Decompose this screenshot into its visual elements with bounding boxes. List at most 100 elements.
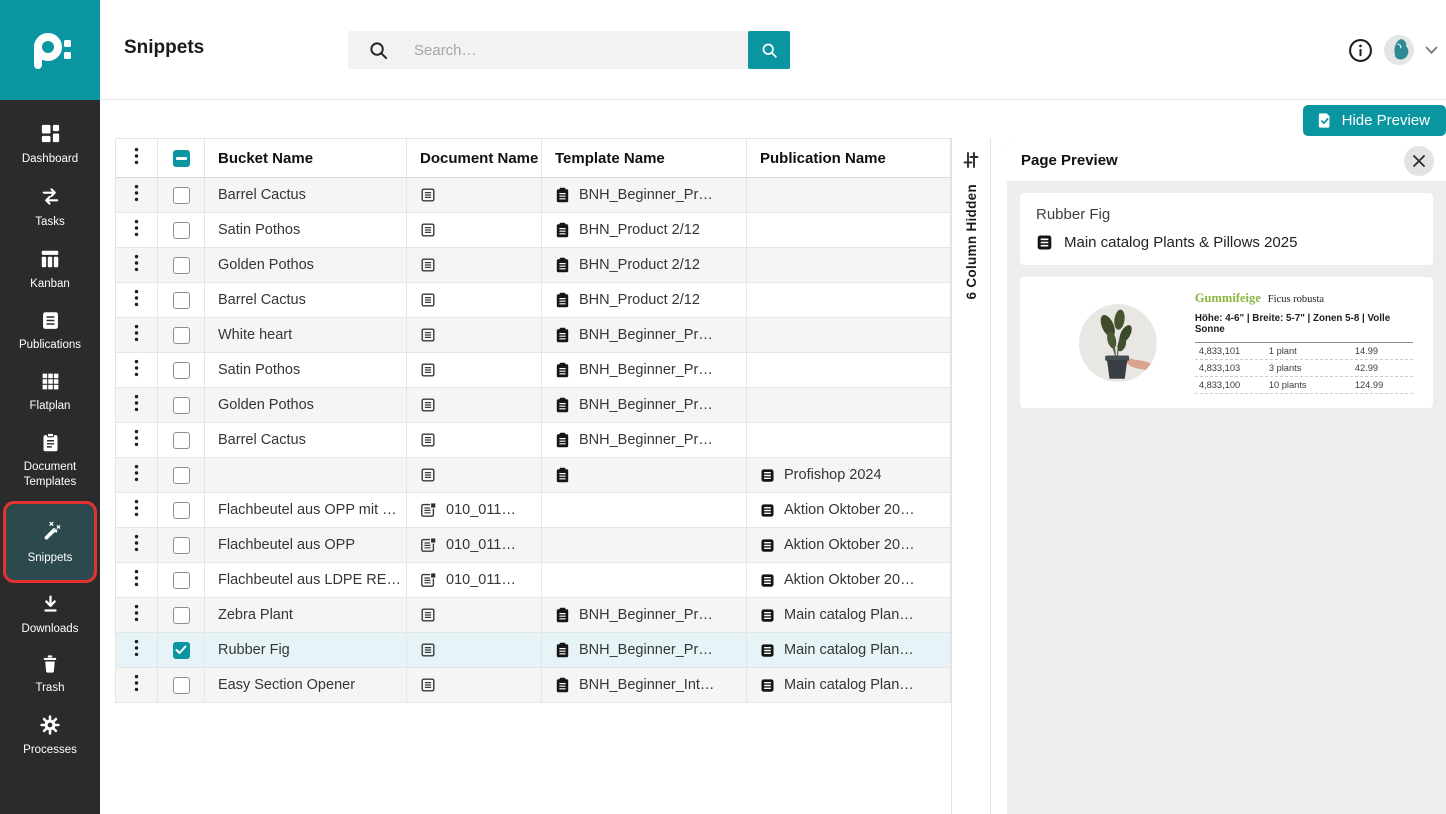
sidebar-item-flatplan[interactable]: Flatplan [0, 362, 100, 423]
publication-icon [760, 643, 775, 658]
table-row[interactable]: Barrel CactusBHN_Product 2/12 [116, 283, 950, 318]
template-icon [555, 362, 570, 378]
table-row[interactable]: Easy Section OpenerBNH_Beginner_Int…Main… [116, 668, 950, 703]
sidebar-item-kanban[interactable]: Kanban [0, 239, 100, 301]
app-logo[interactable] [0, 0, 100, 100]
template-name-cell [542, 458, 747, 493]
row-kebab-menu[interactable] [116, 563, 158, 598]
row-checkbox[interactable] [173, 327, 190, 344]
close-preview-button[interactable] [1404, 146, 1434, 176]
table-row[interactable]: Flachbeutel aus OPP mit …010_011…Aktion … [116, 493, 950, 528]
sidebar-item-snippets[interactable]: Snippets [3, 501, 97, 583]
row-checkbox[interactable] [173, 467, 190, 484]
search-submit-button[interactable] [748, 31, 790, 69]
row-checkbox[interactable] [173, 432, 190, 449]
publication-name-cell [747, 178, 950, 213]
search-input[interactable] [414, 42, 748, 59]
row-checkbox[interactable] [173, 257, 190, 274]
hidden-columns-strip: 6 Column Hidden [951, 138, 991, 814]
row-kebab-menu[interactable] [116, 668, 158, 703]
row-kebab-menu[interactable] [116, 528, 158, 563]
hide-preview-button[interactable]: Hide Preview [1303, 105, 1446, 136]
row-kebab-menu[interactable] [116, 353, 158, 388]
template-icon [555, 187, 570, 203]
header-kebab-menu[interactable] [116, 139, 158, 178]
sidebar-item-publications[interactable]: Publications [0, 301, 100, 362]
row-kebab-menu[interactable] [116, 458, 158, 493]
table-row[interactable]: White heartBNH_Beginner_Pr… [116, 318, 950, 353]
sidebar-item-tasks[interactable]: Tasks [0, 176, 100, 239]
row-kebab-menu[interactable] [116, 633, 158, 668]
kebab-icon [134, 534, 139, 556]
template-name-cell: BNH_Beginner_Pr… [542, 598, 747, 633]
table-row[interactable]: Rubber FigBNH_Beginner_Pr…Main catalog P… [116, 633, 950, 668]
template-name-cell: BNH_Beginner_Int… [542, 668, 747, 703]
template-name: BHN_Product 2/12 [579, 257, 700, 273]
header-actions [1348, 0, 1438, 100]
select-all-checkbox[interactable] [173, 150, 190, 167]
table-row[interactable]: Profishop 2024 [116, 458, 950, 493]
row-checkbox[interactable] [173, 292, 190, 309]
table-row[interactable]: Satin PothosBNH_Beginner_Pr… [116, 353, 950, 388]
row-kebab-menu[interactable] [116, 318, 158, 353]
row-kebab-menu[interactable] [116, 423, 158, 458]
sidebar-item-document-templates[interactable]: Document Templates [0, 423, 100, 499]
avatar[interactable] [1384, 35, 1414, 65]
column-header[interactable]: Publication Name [747, 139, 950, 178]
table-row[interactable]: Barrel CactusBNH_Beginner_Pr… [116, 423, 950, 458]
row-kebab-menu[interactable] [116, 213, 158, 248]
row-checkbox-cell [158, 668, 205, 703]
bucket-name-cell: Barrel Cactus [205, 283, 407, 318]
row-checkbox[interactable] [173, 362, 190, 379]
row-kebab-menu[interactable] [116, 283, 158, 318]
row-checkbox[interactable] [173, 642, 190, 659]
table-row[interactable]: Flachbeutel aus LDPE RE…010_011…Aktion O… [116, 563, 950, 598]
column-header[interactable]: Template Name [542, 139, 747, 178]
document-name: 010_011… [446, 572, 516, 588]
doc-plain-icon [420, 222, 436, 238]
row-checkbox[interactable] [173, 607, 190, 624]
bucket-name-cell: Barrel Cactus [205, 178, 407, 213]
row-kebab-menu[interactable] [116, 598, 158, 633]
product-latin-name: Ficus robusta [1268, 294, 1324, 305]
column-header[interactable]: Bucket Name [205, 139, 407, 178]
table-row[interactable]: Golden PothosBNH_Beginner_Pr… [116, 388, 950, 423]
template-name: BNH_Beginner_Pr… [579, 362, 713, 378]
row-kebab-menu[interactable] [116, 388, 158, 423]
preview-snippet-name: Rubber Fig [1036, 206, 1417, 223]
row-kebab-menu[interactable] [116, 178, 158, 213]
column-settings-icon[interactable] [961, 150, 981, 170]
row-checkbox[interactable] [173, 572, 190, 589]
sidebar-item-dashboard[interactable]: Dashboard [0, 113, 100, 176]
table-row[interactable]: Barrel CactusBNH_Beginner_Pr… [116, 178, 950, 213]
bucket-name-cell: Barrel Cactus [205, 423, 407, 458]
table-row[interactable]: Golden PothosBHN_Product 2/12 [116, 248, 950, 283]
bucket-name: Rubber Fig [218, 642, 290, 658]
chevron-down-icon[interactable] [1425, 46, 1438, 55]
table-row[interactable]: Zebra PlantBNH_Beginner_Pr…Main catalog … [116, 598, 950, 633]
publication-name-cell: Aktion Oktober 20… [747, 493, 950, 528]
sidebar-item-label: Dashboard [22, 152, 78, 167]
table-row[interactable]: Satin PothosBHN_Product 2/12 [116, 213, 950, 248]
row-checkbox[interactable] [173, 502, 190, 519]
sidebar-item-trash[interactable]: Trash [0, 645, 100, 705]
row-checkbox[interactable] [173, 537, 190, 554]
info-icon[interactable] [1348, 38, 1373, 63]
sidebar-item-downloads[interactable]: Downloads [0, 585, 100, 646]
preview-page-card[interactable]: Gummifeige Ficus robusta Höhe: 4-6" | Br… [1020, 277, 1433, 408]
row-kebab-menu[interactable] [116, 493, 158, 528]
doc-snippet-icon [420, 502, 437, 519]
document-templates-icon [40, 432, 61, 453]
column-header[interactable]: Document Name [407, 139, 542, 178]
row-checkbox[interactable] [173, 222, 190, 239]
row-checkbox[interactable] [173, 397, 190, 414]
sidebar-item-processes[interactable]: Processes [0, 705, 100, 767]
row-checkbox-cell [158, 178, 205, 213]
kebab-icon [134, 394, 139, 416]
row-checkbox[interactable] [173, 187, 190, 204]
row-kebab-menu[interactable] [116, 248, 158, 283]
doc-snippet-icon [420, 537, 437, 554]
document-name-cell [407, 248, 542, 283]
table-row[interactable]: Flachbeutel aus OPP010_011…Aktion Oktobe… [116, 528, 950, 563]
row-checkbox[interactable] [173, 677, 190, 694]
